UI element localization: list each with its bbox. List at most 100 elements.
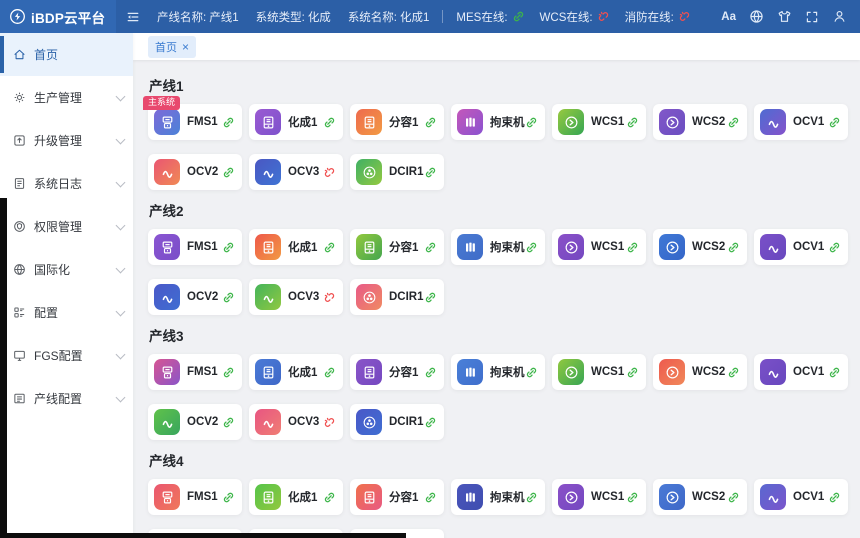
app-card[interactable]: OCV1 [754,479,848,515]
app-card[interactable]: 主系统FMS1 [148,104,242,140]
link-connected-icon[interactable] [424,491,437,504]
app-header: iBDP云平台 产线名称:产线1系统类型:化成系统名称:化成1 MES在线:WC… [0,0,860,33]
link-connected-icon[interactable] [828,366,841,379]
app-card[interactable]: 化成1 [249,104,343,140]
app-card[interactable]: WCS2 [653,229,747,265]
link-connected-icon[interactable] [424,416,437,429]
link-connected-icon[interactable] [727,116,740,129]
app-card[interactable]: 化成1 [249,354,343,390]
link-broken-icon[interactable] [323,166,336,179]
sidebar-item-upgrade[interactable]: 升级管理 [0,119,133,162]
link-connected-icon[interactable] [828,491,841,504]
sidebar-item-home[interactable]: 首页 [0,33,133,76]
link-broken-icon[interactable] [323,291,336,304]
link-connected-icon[interactable] [626,491,639,504]
sidebar-item-lineconfig[interactable]: 产线配置 [0,377,133,420]
books-icon [457,359,483,385]
app-card[interactable]: WCS1 [552,229,646,265]
app-card[interactable]: WCS2 [653,354,747,390]
app-card[interactable]: 拘束机 [451,479,545,515]
link-connected-icon[interactable] [626,366,639,379]
link-connected-icon[interactable] [828,241,841,254]
screenshot-edge-artifact [0,533,406,538]
app-card[interactable]: FMS1 [148,479,242,515]
app-card[interactable]: 分容1 [350,354,444,390]
tab-home[interactable]: 首页 × [148,36,196,58]
link-connected-icon[interactable] [525,491,538,504]
app-card[interactable]: 化成1 [249,229,343,265]
tab-close-icon[interactable]: × [182,42,189,52]
card-label: 拘束机 [490,489,525,505]
link-connected-icon[interactable] [323,366,336,379]
app-card[interactable]: OCV2 [148,279,242,315]
link-connected-icon[interactable] [525,116,538,129]
fullscreen-icon[interactable] [805,10,819,24]
wheel-icon [356,409,382,435]
theme-icon[interactable] [777,9,792,24]
link-connected-icon[interactable] [222,491,235,504]
app-card[interactable]: WCS2 [653,479,747,515]
app-card[interactable]: DCIR1 [350,404,444,440]
app-card[interactable]: OCV3 [249,154,343,190]
sidebar-collapse-icon[interactable] [126,10,140,24]
link-connected-icon[interactable] [626,241,639,254]
sidebar-item-permission[interactable]: 权限管理 [0,205,133,248]
app-card[interactable]: 分容1 [350,479,444,515]
link-connected-icon[interactable] [323,116,336,129]
link-connected-icon[interactable] [424,166,437,179]
link-connected-icon[interactable] [222,116,235,129]
link-connected-icon[interactable] [222,241,235,254]
card-label: WCS2 [692,366,727,378]
link-connected-icon[interactable] [727,491,740,504]
app-card[interactable]: WCS1 [552,104,646,140]
link-connected-icon[interactable] [222,166,235,179]
link-connected-icon[interactable] [828,116,841,129]
app-card[interactable]: 拘束机 [451,354,545,390]
app-card[interactable]: OCV3 [249,404,343,440]
link-connected-icon[interactable] [323,491,336,504]
app-card[interactable]: OCV2 [148,404,242,440]
app-card[interactable]: FMS1 [148,354,242,390]
link-connected-icon[interactable] [727,241,740,254]
app-card[interactable]: WCS1 [552,354,646,390]
sidebar-item-i18n[interactable]: 国际化 [0,248,133,291]
sidebar-item-config[interactable]: 配置 [0,291,133,334]
link-connected-icon[interactable] [222,366,235,379]
link-connected-icon[interactable] [424,241,437,254]
app-card[interactable]: 分容1 [350,229,444,265]
app-card[interactable]: 拘束机 [451,229,545,265]
app-card[interactable]: OCV1 [754,354,848,390]
app-card[interactable]: OCV3 [249,279,343,315]
sidebar-item-logs[interactable]: 系统日志 [0,162,133,205]
link-connected-icon[interactable] [525,241,538,254]
card-label: 分容1 [389,364,424,380]
app-card[interactable]: WCS2 [653,104,747,140]
app-card[interactable]: 拘束机 [451,104,545,140]
sidebar-item-production[interactable]: 生产管理 [0,76,133,119]
link-connected-icon[interactable] [222,416,235,429]
app-card[interactable]: OCV1 [754,104,848,140]
link-connected-icon[interactable] [727,366,740,379]
user-icon[interactable] [832,9,847,24]
app-card[interactable]: DCIR1 [350,154,444,190]
language-globe-icon[interactable] [749,9,764,24]
app-card[interactable]: OCV1 [754,229,848,265]
link-connected-icon[interactable] [424,116,437,129]
app-card[interactable]: OCV2 [148,154,242,190]
link-connected-icon[interactable] [525,366,538,379]
link-connected-icon[interactable] [323,241,336,254]
link-connected-icon[interactable] [424,291,437,304]
app-card[interactable]: WCS1 [552,479,646,515]
link-connected-icon[interactable] [222,291,235,304]
app-card[interactable]: FMS1 [148,229,242,265]
link-connected-icon[interactable] [626,116,639,129]
app-card[interactable]: DCIR1 [350,279,444,315]
status-item: 消防在线: [625,9,691,25]
link-broken-icon[interactable] [323,416,336,429]
sidebar-item-fgs[interactable]: FGS配置 [0,334,133,377]
card-label: WCS2 [692,491,727,503]
font-size-icon[interactable]: Aa [721,11,736,23]
app-card[interactable]: 分容1 [350,104,444,140]
link-connected-icon[interactable] [424,366,437,379]
app-card[interactable]: 化成1 [249,479,343,515]
